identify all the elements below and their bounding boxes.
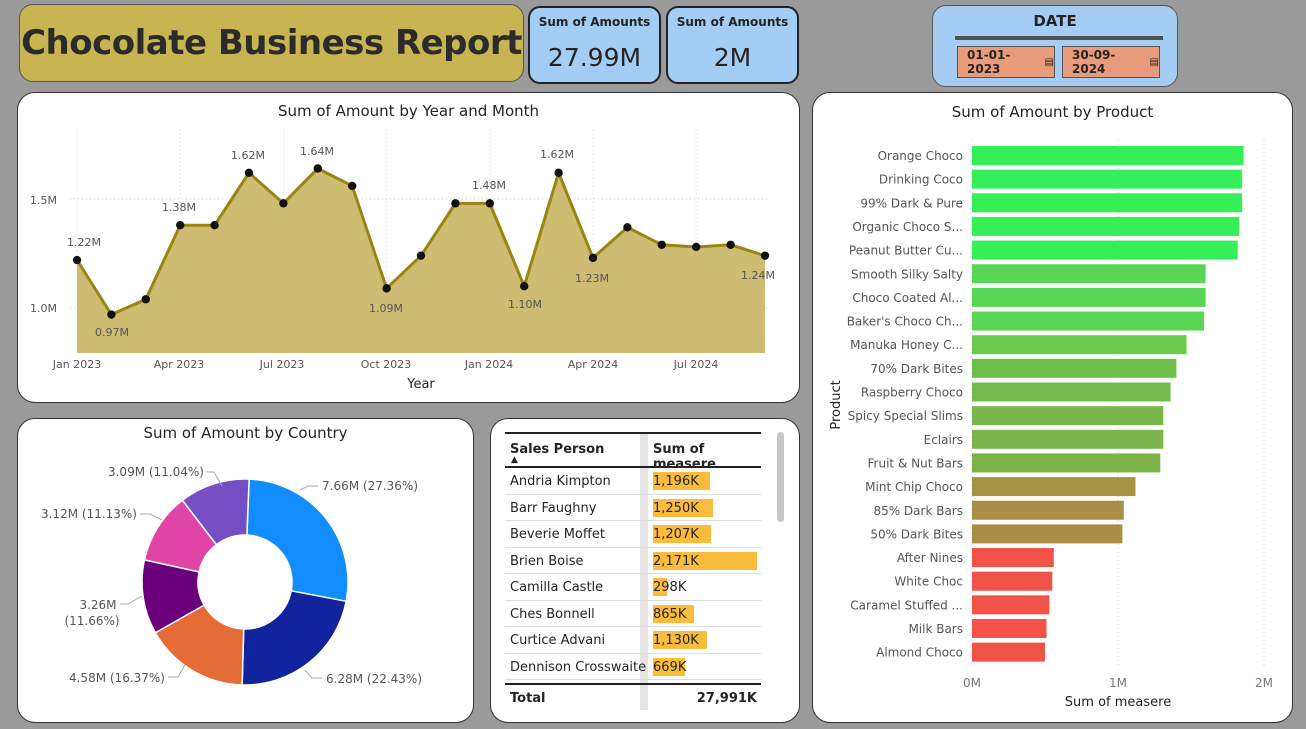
product-bar[interactable] — [972, 642, 1045, 662]
y-tick-label: Orange Choco — [878, 149, 963, 163]
product-bar[interactable] — [972, 500, 1124, 520]
y-tick-label: Smooth Silky Salty — [851, 267, 963, 281]
product-bar[interactable] — [972, 619, 1047, 638]
product-bar[interactable] — [972, 571, 1053, 591]
y-tick-label: Raspberry Choco — [861, 386, 963, 400]
y-tick-label: Eclairs — [924, 433, 963, 447]
y-tick-label: Milk Bars — [908, 622, 963, 636]
y-tick-label: Organic Choco S... — [852, 220, 963, 234]
y-tick-label: 99% Dark & Pure — [860, 196, 963, 210]
y-tick-label: Spicy Special Slims — [848, 409, 963, 423]
product-bar[interactable] — [972, 477, 1136, 497]
x-tick-label: 2M — [1255, 676, 1273, 690]
y-tick-label: Almond Choco — [876, 646, 963, 660]
y-tick-label: Manuka Honey C... — [850, 338, 963, 352]
y-tick-label: After Nines — [897, 551, 963, 565]
product-bar[interactable] — [972, 169, 1243, 189]
product-bar-chart: Orange Choco Drinking Coco 99% Dark & Pure… — [829, 140, 1273, 710]
product-bar[interactable] — [972, 453, 1161, 473]
product-bar[interactable] — [972, 595, 1050, 615]
product-bar[interactable] — [972, 240, 1238, 260]
product-bar[interactable] — [972, 311, 1205, 331]
y-tick-label: Peanut Butter Cu... — [849, 244, 963, 258]
product-bar[interactable] — [972, 335, 1187, 355]
x-tick-label: 1M — [1109, 676, 1127, 690]
y-axis-title: Product — [829, 380, 844, 429]
product-bar[interactable] — [972, 264, 1206, 284]
y-tick-label: Baker's Choco Ch... — [847, 315, 963, 329]
y-tick-label: 70% Dark Bites — [870, 362, 963, 376]
product-bar[interactable] — [972, 358, 1177, 378]
y-tick-label: Drinking Coco — [879, 173, 963, 187]
product-bar[interactable] — [972, 216, 1240, 236]
y-tick-label: 50% Dark Bites — [870, 527, 963, 541]
y-tick-label: White Choc — [894, 575, 963, 589]
y-tick-label: Caramel Stuffed ... — [850, 598, 963, 612]
product-bar[interactable] — [972, 287, 1206, 307]
y-tick-label: Choco Coated Al... — [852, 291, 963, 305]
product-bar[interactable] — [972, 429, 1164, 449]
product-bar[interactable] — [972, 406, 1164, 426]
product-bar[interactable] — [972, 524, 1123, 544]
y-tick-label: Mint Chip Choco — [865, 480, 963, 494]
product-bar[interactable] — [972, 146, 1244, 165]
y-tick-label: Fruit & Nut Bars — [868, 456, 963, 470]
product-bar[interactable] — [972, 548, 1054, 568]
x-tick-label: 0M — [963, 676, 981, 690]
product-bar[interactable] — [972, 193, 1243, 213]
x-axis-title: Sum of measere — [1065, 695, 1171, 710]
product-bar[interactable] — [972, 382, 1171, 402]
y-tick-label: 85% Dark Bars — [873, 504, 963, 518]
